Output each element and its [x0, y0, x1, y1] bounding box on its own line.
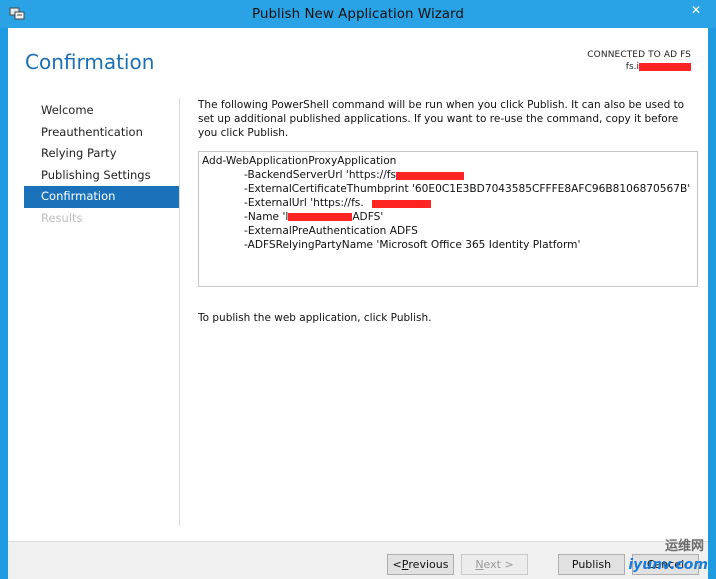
wizard-steps-nav: Welcome Preauthentication Relying Party …: [24, 100, 179, 229]
intro-text: The following PowerShell command will be…: [198, 99, 685, 139]
powershell-command-box[interactable]: Add-WebApplicationProxyApplication -Back…: [198, 151, 698, 287]
connected-server: fs.i: [626, 62, 691, 72]
cancel-button[interactable]: Cancel: [632, 554, 699, 575]
previous-accesskey: P: [401, 558, 409, 571]
page-title: Confirmation: [25, 50, 155, 74]
connection-label: CONNECTED TO AD FS: [587, 50, 691, 60]
wizard-client-area: Confirmation CONNECTED TO AD FS fs.i Wel…: [8, 28, 708, 579]
nav-step-results: Results: [41, 210, 83, 225]
wizard-header: Confirmation CONNECTED TO AD FS fs.i: [8, 28, 708, 96]
publish-instruction: To publish the web application, click Pu…: [198, 312, 432, 324]
nav-step-publishing-settings[interactable]: Publishing Settings: [24, 165, 179, 187]
command-param-backend-url: -BackendServerUrl 'https://fs: [244, 169, 397, 181]
command-param-preauth: -ExternalPreAuthentication ADFS: [244, 225, 418, 237]
command-param-thumbprint: -ExternalCertificateThumbprint '60E0C1E3…: [244, 183, 691, 195]
close-icon: ✕: [690, 3, 702, 17]
connected-server-prefix: fs.i: [625, 62, 639, 72]
window-title: Publish New Application Wizard: [252, 6, 464, 22]
nav-step-preauthentication[interactable]: Preauthentication: [24, 122, 179, 144]
nav-divider: [179, 98, 180, 526]
previous-label-rest: revious: [408, 558, 449, 571]
publish-button[interactable]: Publish: [558, 554, 625, 575]
redaction-mark: [372, 200, 431, 208]
next-accesskey: N: [475, 558, 484, 571]
nav-step-relying-party[interactable]: Relying Party: [24, 143, 179, 165]
previous-button[interactable]: < Previous: [387, 554, 454, 575]
nav-step-confirmation[interactable]: Confirmation: [24, 186, 179, 208]
command-cmdlet: Add-WebApplicationProxyApplication: [202, 155, 397, 167]
wizard-footer: < Previous Next > Publish Cancel: [8, 541, 708, 579]
redaction-mark: [639, 62, 691, 71]
next-button[interactable]: Next >: [461, 554, 528, 575]
close-button[interactable]: ✕: [682, 0, 710, 20]
next-label-rest: ext >: [483, 558, 514, 571]
command-param-name-suffix: ADFS': [352, 211, 384, 223]
command-param-external-url: -ExternalUrl 'https://fs.: [244, 197, 364, 209]
command-param-relying-party: -ADFSRelyingPartyName 'Microsoft Office …: [244, 239, 581, 251]
command-param-name: -Name 'l ADFS': [244, 211, 383, 223]
nav-step-welcome[interactable]: Welcome: [24, 100, 179, 122]
redaction-mark: [288, 213, 353, 221]
title-bar: Publish New Application Wizard ✕: [0, 0, 716, 28]
redaction-mark: [396, 172, 464, 180]
command-param-name-prefix: -Name 'l: [244, 211, 289, 223]
previous-label-prefix: <: [392, 558, 402, 571]
